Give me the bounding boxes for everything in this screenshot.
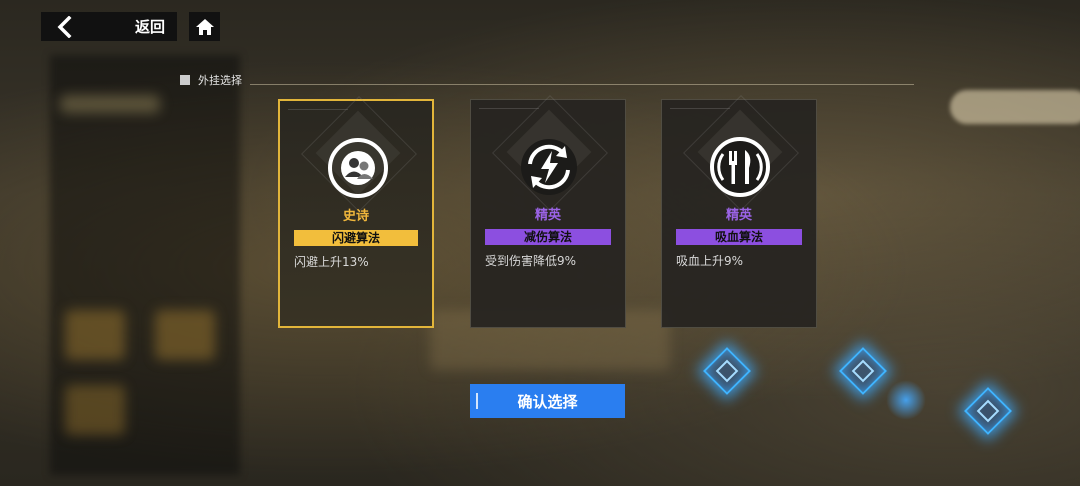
users-icon — [328, 138, 388, 198]
card-description: 受到伤害降低9% — [485, 254, 577, 268]
map-node-inner — [976, 399, 1000, 423]
map-node-glow — [886, 380, 926, 420]
confirm-button[interactable]: 确认选择 — [470, 384, 625, 418]
card-name: 减伤算法 — [485, 229, 611, 245]
home-icon — [195, 18, 214, 35]
card-rarity: 史诗 — [342, 209, 369, 224]
lightning-cycle-icon — [521, 139, 577, 195]
background-blob — [65, 310, 125, 360]
back-label: 返回 — [134, 18, 165, 36]
background-pill — [950, 90, 1080, 124]
background-blob — [65, 385, 125, 435]
card-description: 闪避上升13% — [294, 255, 369, 269]
plugin-card-damage-reduction[interactable]: 精英 减伤算法 受到伤害降低9% — [470, 95, 626, 328]
map-node-inner — [715, 359, 739, 383]
confirm-accent — [476, 393, 478, 409]
plugin-card-lifesteal[interactable]: 精英 吸血算法 吸血上升9% — [661, 95, 817, 328]
chevron-left-icon — [57, 15, 72, 38]
confirm-label: 确认选择 — [517, 392, 578, 411]
card-rarity: 精英 — [725, 208, 752, 223]
section-header: 外挂选择 — [180, 72, 242, 88]
card-rarity: 精英 — [534, 208, 561, 223]
card-name: 吸血算法 — [676, 229, 802, 245]
card-description: 吸血上升9% — [676, 254, 744, 268]
background-blob — [155, 310, 215, 360]
map-node-inner — [851, 359, 875, 383]
plugin-card-dodge[interactable]: 史诗 闪避算法 闪避上升13% — [278, 96, 434, 328]
home-button[interactable] — [189, 12, 220, 41]
section-divider — [250, 84, 914, 85]
card-name: 闪避算法 — [294, 230, 418, 246]
map-node-marker[interactable] — [963, 386, 1013, 436]
fork-knife-icon — [710, 137, 770, 197]
background-blob — [60, 95, 160, 113]
back-button[interactable]: 返回 — [41, 12, 177, 41]
section-square-icon — [180, 75, 190, 85]
section-title: 外挂选择 — [198, 74, 242, 87]
map-node-marker[interactable] — [702, 346, 752, 396]
map-node-marker[interactable] — [838, 346, 888, 396]
